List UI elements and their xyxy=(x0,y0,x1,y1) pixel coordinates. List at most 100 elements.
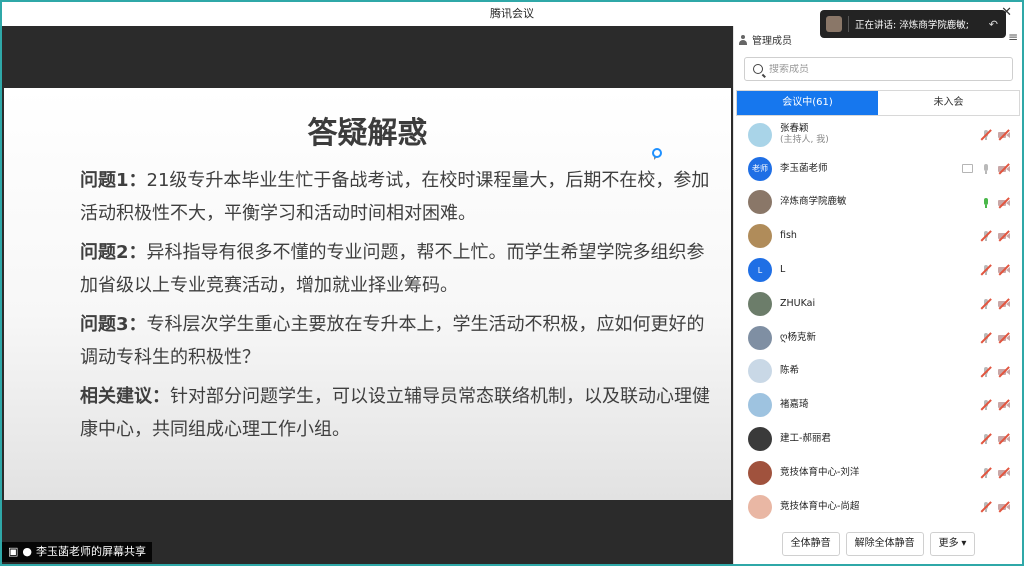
member-info: 建工-郝丽君 xyxy=(772,433,831,445)
more-button[interactable]: 更多 ▾ xyxy=(929,532,976,556)
camera-off-icon[interactable] xyxy=(998,399,1010,411)
speaker-text: 正在讲话: 淬炼商学院鹿敏; xyxy=(855,20,969,31)
camera-off-icon[interactable] xyxy=(998,196,1010,208)
camera-off-icon[interactable] xyxy=(998,467,1010,479)
member-info: 褚嘉琦 xyxy=(772,399,809,411)
speaker-notification: 正在讲话: 淬炼商学院鹿敏; ↶ xyxy=(820,10,1006,38)
microphone-icon[interactable] xyxy=(980,230,992,242)
divider xyxy=(848,16,849,32)
member-row[interactable]: 竞技体育中心-刘洋 xyxy=(734,456,1022,490)
microphone-icon[interactable] xyxy=(980,365,992,377)
tab-not-joined[interactable]: 未入会 xyxy=(878,91,1019,115)
avatar: 老师 xyxy=(748,156,772,181)
panel-title: 管理成员 xyxy=(752,36,792,47)
avatar xyxy=(748,427,772,452)
member-row[interactable]: fish xyxy=(734,219,1022,253)
microphone-icon[interactable] xyxy=(980,197,992,208)
member-row[interactable]: ღ杨克新 xyxy=(734,321,1022,355)
avatar xyxy=(748,359,772,384)
camera-off-icon[interactable] xyxy=(998,365,1010,377)
panel-footer: 全体静音 解除全体静音 更多 ▾ xyxy=(734,526,1022,562)
slide-paragraph: 相关建议：针对部分问题学生，可以设立辅导员常态联络机制，以及联动心理健康中心，共… xyxy=(80,380,712,446)
microphone-icon[interactable] xyxy=(980,163,992,174)
member-row[interactable]: 老师 李玉菡老师 xyxy=(734,152,1022,186)
tab-in-meeting[interactable]: 会议中(61) xyxy=(737,91,878,115)
camera-off-icon[interactable] xyxy=(998,129,1010,141)
camera-off-icon[interactable] xyxy=(998,230,1010,242)
avatar: L xyxy=(748,258,772,283)
mute-all-button[interactable]: 全体静音 xyxy=(781,532,840,556)
paragraph-label: 问题1： xyxy=(80,170,147,191)
member-list: 张春颖 (主持人, 我) 老师 李玉菡老师 淬炼商学院鹿敏 fish L L ZHUKai ღ杨克… xyxy=(734,118,1022,524)
avatar xyxy=(748,122,772,147)
camera-off-icon[interactable] xyxy=(998,501,1010,512)
microphone-icon[interactable] xyxy=(980,129,992,141)
member-row[interactable]: 淬炼商学院鹿敏 xyxy=(734,186,1022,220)
screen-share-icon: ▣ xyxy=(8,545,19,558)
person-icon xyxy=(738,34,748,45)
screen-share-text: 李玉菡老师的屏幕共享 xyxy=(36,545,147,558)
member-row[interactable]: 建工-郝丽君 xyxy=(734,422,1022,456)
member-info: ZHUKai xyxy=(772,298,815,310)
member-name: 建工-郝丽君 xyxy=(780,433,831,445)
member-name: 陈希 xyxy=(780,365,800,377)
member-row[interactable]: ZHUKai xyxy=(734,287,1022,321)
microphone-icon[interactable] xyxy=(980,433,992,445)
member-info: 竞技体育中心-尚超 xyxy=(772,501,859,513)
member-row[interactable]: 竞技体育中心-尚超 xyxy=(734,490,1022,524)
microphone-icon[interactable] xyxy=(980,467,992,479)
avatar xyxy=(748,494,772,519)
search-input[interactable] xyxy=(769,63,999,75)
unmute-all-button[interactable]: 解除全体静音 xyxy=(845,532,924,556)
speaker-avatar xyxy=(826,16,842,32)
member-name: 张春颖 xyxy=(780,123,809,135)
member-row[interactable]: 褚嘉琦 xyxy=(734,388,1022,422)
avatar xyxy=(748,190,772,215)
member-info: 淬炼商学院鹿敏 xyxy=(772,196,847,208)
microphone-icon[interactable] xyxy=(980,332,992,344)
avatar xyxy=(748,325,772,350)
member-name: ZHUKai xyxy=(780,297,816,309)
camera-off-icon[interactable] xyxy=(998,163,1010,175)
microphone-icon[interactable] xyxy=(980,264,992,276)
remote-cursor-icon xyxy=(652,148,662,158)
member-search[interactable] xyxy=(744,57,1013,81)
microphone-icon[interactable] xyxy=(980,399,992,411)
member-name: L xyxy=(780,264,786,276)
member-name: 褚嘉琦 xyxy=(780,399,809,411)
member-row[interactable]: LL xyxy=(734,253,1022,287)
member-info: fish xyxy=(772,230,797,242)
microphone-icon[interactable] xyxy=(980,298,992,310)
microphone-icon[interactable] xyxy=(980,501,992,512)
member-name: 竞技体育中心-刘洋 xyxy=(780,466,860,478)
member-name: ღ杨克新 xyxy=(780,331,816,343)
member-name: 淬炼商学院鹿敏 xyxy=(780,196,847,208)
member-info: L xyxy=(772,264,785,276)
camera-off-icon[interactable] xyxy=(998,433,1010,445)
member-info: 陈希 xyxy=(772,365,799,377)
camera-off-icon[interactable] xyxy=(998,264,1010,276)
avatar xyxy=(748,224,772,249)
member-name: 李玉菡老师 xyxy=(780,162,828,174)
member-row[interactable]: 张春颖 (主持人, 我) xyxy=(734,118,1022,152)
back-icon[interactable]: ↶ xyxy=(989,18,998,31)
presentation-slide: 答疑解惑 问题1：21级专升本毕业生忙于备战考试，在校时课程量大，后期不在校，参… xyxy=(4,88,731,500)
slide-paragraph: 问题2：异科指导有很多不懂的专业问题，帮不上忙。而学生希望学院多组织参加省级以上… xyxy=(80,236,712,302)
member-row[interactable]: 陈希 xyxy=(734,355,1022,389)
member-info: 竞技体育中心-刘洋 xyxy=(772,467,859,479)
member-tabs: 会议中(61) 未入会 xyxy=(736,90,1020,116)
menu-icon[interactable]: ≡ xyxy=(1008,30,1018,44)
screen-share-label: ▣ ● 李玉菡老师的屏幕共享 xyxy=(2,542,153,562)
paragraph-label: 问题2： xyxy=(80,242,147,263)
microphone-icon: ● xyxy=(22,545,33,558)
window-title: 腾讯会议 xyxy=(490,7,534,20)
avatar xyxy=(748,393,772,418)
paragraph-text: 异科指导有很多不懂的专业问题，帮不上忙。而学生希望学院多组织参加省级以上专业竞赛… xyxy=(80,242,705,296)
paragraph-text: 21级专升本毕业生忙于备战考试，在校时课程量大，后期不在校，参加活动积极性不大，… xyxy=(80,170,710,224)
member-name: fish xyxy=(780,230,797,242)
meeting-window: 腾讯会议 ✕ 答疑解惑 问题1：21级专升本毕业生忙于备战考试，在校时课程量大，… xyxy=(2,2,1022,564)
camera-off-icon[interactable] xyxy=(998,332,1010,344)
paragraph-text: 专科层次学生重心主要放在专升本上，学生活动不积极，应如何更好的调动专科生的积极性… xyxy=(80,314,705,368)
camera-off-icon[interactable] xyxy=(998,298,1010,310)
slide-paragraph: 问题1：21级专升本毕业生忙于备战考试，在校时课程量大，后期不在校，参加活动积极… xyxy=(80,164,712,230)
